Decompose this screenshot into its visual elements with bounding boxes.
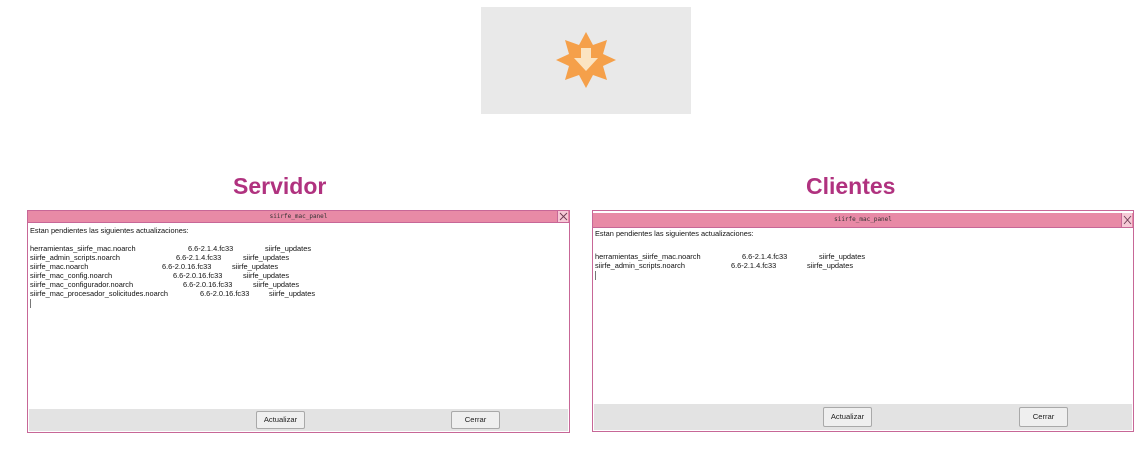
window-titlebar[interactable]: siirfe_mac_panel	[28, 211, 569, 223]
package-version: 6.6-2.1.4.fc33	[731, 261, 777, 270]
close-icon	[1123, 215, 1132, 225]
package-name: herramientas_siirfe_mac.noarch	[595, 252, 701, 261]
package-repo: siirfe_updates	[232, 262, 279, 271]
package-repo: siirfe_updates	[265, 244, 312, 253]
update-notifier-icon-panel	[481, 7, 691, 114]
package-name: siirfe_admin_scripts.noarch	[595, 261, 685, 270]
pending-updates-message: Estan pendientes las siguientes actualiz…	[595, 229, 754, 238]
update-button[interactable]: Actualizar	[823, 407, 872, 427]
close-icon	[559, 212, 568, 221]
window-title: siirfe_mac_panel	[269, 213, 328, 220]
close-window-button[interactable]	[557, 211, 568, 222]
package-repo: siirfe_updates	[269, 289, 316, 298]
package-version: 6.6-2.1.4.fc33	[742, 252, 788, 261]
pending-updates-message: Estan pendientes las siguientes actualiz…	[30, 226, 189, 235]
package-repo: siirfe_updates	[253, 280, 300, 289]
close-button[interactable]: Cerrar	[1019, 407, 1068, 427]
package-name: siirfe_mac_procesador_solicitudes.noarch	[30, 289, 169, 298]
package-name: siirfe_mac_config.noarch	[30, 271, 113, 280]
package-version: 6.6-2.1.4.fc33	[188, 244, 234, 253]
package-repo: siirfe_updates	[243, 253, 290, 262]
package-name: herramientas_siirfe_mac.noarch	[30, 244, 136, 253]
section-title-clientes: Clientes	[806, 173, 896, 199]
close-window-button[interactable]	[1121, 213, 1132, 227]
button-bar: Actualizar Cerrar	[594, 404, 1132, 430]
update-star-icon[interactable]	[543, 28, 629, 92]
window-titlebar[interactable]: siirfe_mac_panel	[593, 213, 1133, 228]
update-button[interactable]: Actualizar	[256, 411, 305, 429]
package-repo: siirfe_updates	[243, 271, 290, 280]
package-version: 6.6-2.0.16.fc33	[173, 271, 223, 280]
button-bar: Actualizar Cerrar	[29, 409, 568, 431]
text-cursor	[595, 271, 596, 280]
package-name: siirfe_mac_configurador.noarch	[30, 280, 134, 289]
update-panel-window-servidor: siirfe_mac_panel Estan pendientes las si…	[27, 210, 570, 433]
package-name: siirfe_admin_scripts.noarch	[30, 253, 120, 262]
package-name: siirfe_mac.noarch	[30, 262, 89, 271]
window-title: siirfe_mac_panel	[834, 216, 892, 223]
section-title-servidor: Servidor	[233, 173, 327, 199]
package-repo: siirfe_updates	[807, 261, 854, 270]
package-repo: siirfe_updates	[819, 252, 866, 261]
close-button[interactable]: Cerrar	[451, 411, 500, 429]
text-cursor	[30, 299, 31, 308]
package-version: 6.6-2.0.16.fc33	[162, 262, 212, 271]
package-version: 6.6-2.0.16.fc33	[183, 280, 233, 289]
package-version: 6.6-2.0.16.fc33	[200, 289, 250, 298]
package-version: 6.6-2.1.4.fc33	[176, 253, 222, 262]
update-panel-window-clientes: siirfe_mac_panel Estan pendientes las si…	[592, 210, 1134, 432]
